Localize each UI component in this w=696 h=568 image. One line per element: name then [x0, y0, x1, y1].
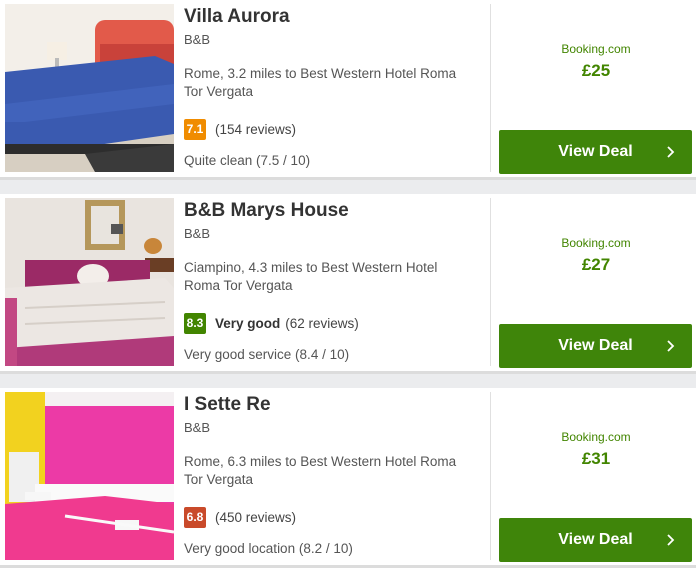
- chevron-right-icon: [667, 340, 675, 352]
- view-deal-button[interactable]: View Deal: [499, 130, 692, 174]
- card-shadow: [0, 371, 696, 374]
- rating-label: Very good: [215, 316, 281, 331]
- view-deal-button[interactable]: View Deal: [499, 518, 692, 562]
- property-type: B&B: [184, 32, 211, 47]
- subscore: Very good service (8.4 / 10): [184, 347, 350, 362]
- price: £27: [581, 255, 611, 274]
- result-card-villa-aurora: Villa Aurora B&B Rome, 3.2 miles to Best…: [0, 0, 696, 180]
- hotel-name[interactable]: Villa Aurora: [184, 6, 290, 28]
- property-type: B&B: [184, 226, 211, 241]
- view-deal-button[interactable]: View Deal: [499, 324, 692, 368]
- property-type: B&B: [184, 420, 211, 435]
- divider: [490, 4, 491, 172]
- chevron-right-icon: [667, 146, 675, 158]
- view-deal-label: View Deal: [558, 143, 633, 160]
- hotel-photo[interactable]: [5, 198, 174, 366]
- hotel-location: Rome, 3.2 miles to Best Western Hotel Ro…: [184, 66, 457, 99]
- provider-name: Booking.com: [561, 430, 631, 444]
- hotel-name[interactable]: B&B Marys House: [184, 200, 349, 222]
- score-badge: 7.1: [184, 119, 206, 140]
- review-count: (154 reviews): [215, 122, 297, 137]
- price: £25: [581, 61, 611, 80]
- hotel-location: Rome, 6.3 miles to Best Western Hotel Ro…: [184, 454, 457, 487]
- score-badge: 6.8: [184, 507, 206, 528]
- rating-row: 7.1 (154 reviews): [184, 119, 296, 140]
- view-deal-label: View Deal: [558, 531, 633, 548]
- provider-name: Booking.com: [561, 236, 631, 250]
- divider: [490, 198, 491, 366]
- review-count: (450 reviews): [215, 510, 297, 525]
- chevron-right-icon: [667, 534, 675, 546]
- subscore: Very good location (8.2 / 10): [184, 541, 353, 556]
- hotel-photo[interactable]: [5, 4, 174, 172]
- hotel-location: Ciampino, 4.3 miles to Best Western Hote…: [184, 260, 438, 293]
- rating-row: 8.3 Very good (62 reviews): [184, 313, 359, 334]
- result-card-i-sette-re: I Sette Re B&B Rome, 6.3 miles to Best W…: [0, 388, 696, 568]
- subscore: Quite clean (7.5 / 10): [184, 153, 311, 168]
- hotel-photo[interactable]: [5, 392, 174, 560]
- review-count: (62 reviews): [285, 316, 359, 331]
- hotel-name[interactable]: I Sette Re: [184, 394, 271, 416]
- price: £31: [581, 449, 611, 468]
- result-card-bb-marys-house: B&B Marys House B&B Ciampino, 4.3 miles …: [0, 194, 696, 374]
- view-deal-label: View Deal: [558, 337, 633, 354]
- divider: [490, 392, 491, 560]
- card-shadow: [0, 177, 696, 180]
- score-badge: 8.3: [184, 313, 206, 334]
- provider-name: Booking.com: [561, 42, 631, 56]
- rating-row: 6.8 (450 reviews): [184, 507, 296, 528]
